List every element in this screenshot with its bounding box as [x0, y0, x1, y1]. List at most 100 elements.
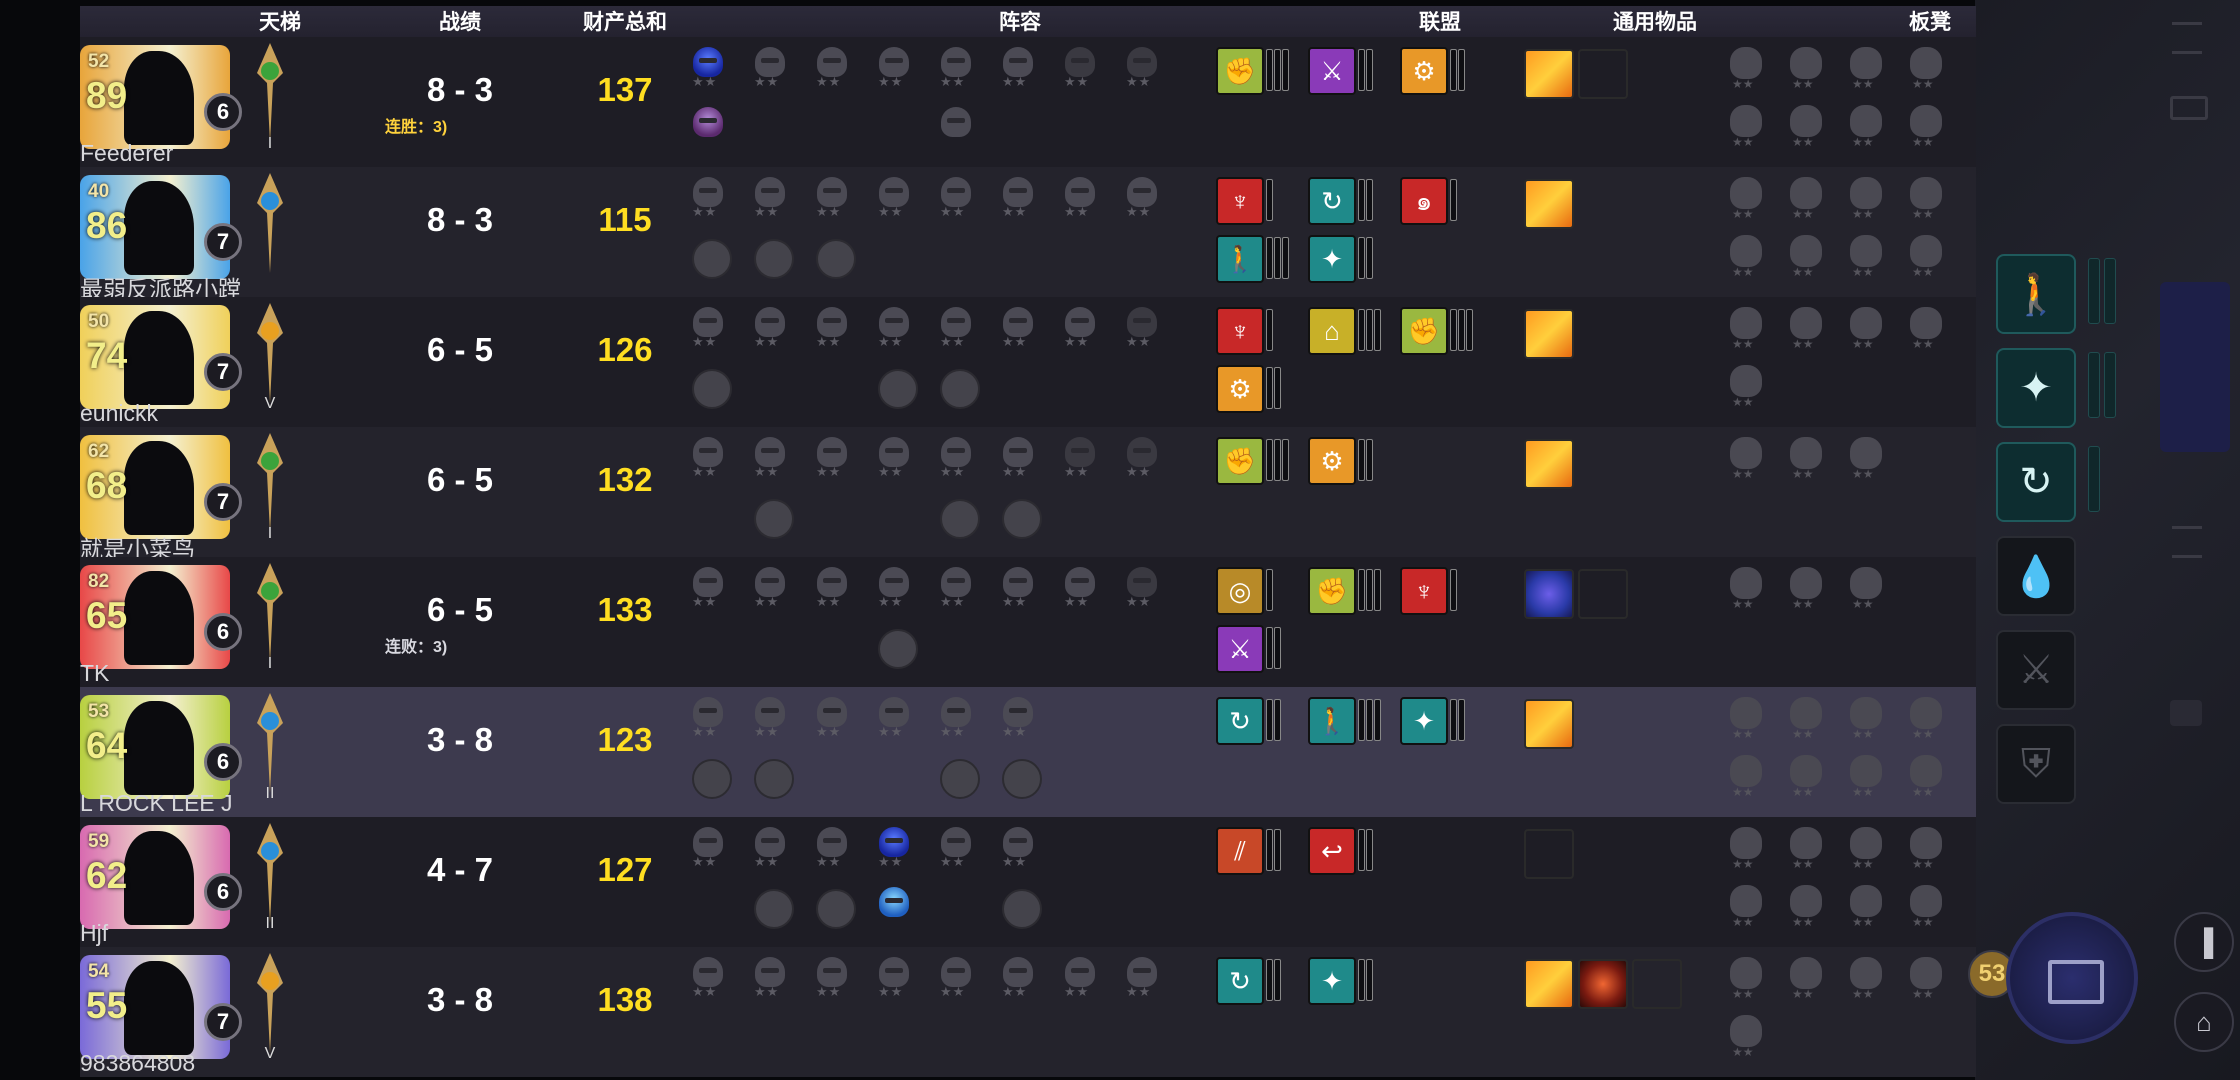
lineup-unit-icon[interactable]: ★★ — [690, 567, 726, 611]
lineup-unit-icon[interactable]: ★★ — [1062, 47, 1098, 91]
bench-unit-icon[interactable]: ★★ — [1846, 235, 1886, 279]
equipped-item-icon[interactable] — [1002, 499, 1042, 539]
lineup-unit-icon[interactable]: ★★ — [1000, 827, 1036, 871]
player-row[interactable]: 59 62 6 Hjf II 4 - 7 127 ★★ ★★ ★★ ★★ ★★ ★★ ⫽ ↩ ★★… — [80, 817, 1976, 947]
lineup-unit-icon[interactable]: ★★ — [876, 957, 912, 1001]
player-avatar[interactable]: 82 65 — [80, 565, 230, 669]
lineup-unit-icon[interactable]: ★★ — [1062, 567, 1098, 611]
equipped-item-icon[interactable] — [692, 239, 732, 279]
lineup-unit-icon[interactable]: ★★ — [814, 697, 850, 741]
equipped-item-icon[interactable] — [940, 499, 980, 539]
lineup-unit-icon[interactable]: ★★ — [1124, 177, 1160, 221]
bench-unit-icon[interactable]: ★★ — [1906, 47, 1946, 91]
bench-unit-icon[interactable]: ★★ — [1726, 827, 1766, 871]
lineup-unit-icon[interactable]: ★★ — [938, 567, 974, 611]
bench-unit-icon[interactable]: ★★ — [1786, 697, 1826, 741]
bench-unit-icon[interactable]: ★★ — [1846, 755, 1886, 799]
lineup-unit-icon[interactable]: ★★ — [814, 827, 850, 871]
bench-unit-icon[interactable]: ★★ — [1906, 827, 1946, 871]
bench-unit-icon[interactable]: ★★ — [1846, 177, 1886, 221]
global-item-icon[interactable] — [1524, 439, 1574, 489]
lineup-unit-icon[interactable]: ★★ — [1000, 567, 1036, 611]
player-row[interactable]: 40 86 7 最弱反派路小蹚 8 - 3 115 ★★ ★★ ★★ ★★ ★★ ★★ ★★ ★… — [80, 167, 1976, 302]
lineup-unit-icon[interactable]: ★★ — [938, 827, 974, 871]
bench-unit-icon[interactable]: ★★ — [1726, 885, 1766, 929]
lineup-unit-icon[interactable]: ★★ — [1062, 307, 1098, 351]
equipped-item-icon[interactable] — [754, 499, 794, 539]
lineup-unit-icon[interactable]: ★★ — [1000, 957, 1036, 1001]
lineup-unit-icon[interactable]: ★★ — [938, 957, 974, 1001]
bench-unit-icon[interactable]: ★★ — [1726, 47, 1766, 91]
player-row[interactable]: 50 74 7 eunickk V 6 - 5 126 ★★ ★★ ★★ ★★ ★★ ★★ ★… — [80, 297, 1976, 427]
global-item-icon[interactable] — [1524, 699, 1574, 749]
global-item-icon[interactable] — [1524, 49, 1574, 99]
lineup-unit-icon[interactable]: ★★ — [1062, 957, 1098, 1001]
bench-unit-icon[interactable]: ★★ — [1846, 567, 1886, 611]
lineup-unit-icon[interactable]: ★★ — [876, 307, 912, 351]
bench-unit-icon[interactable]: ★★ — [1786, 437, 1826, 481]
lineup-unit-icon[interactable]: ★★ — [1124, 567, 1160, 611]
lineup-unit-icon[interactable]: ★★ — [814, 307, 850, 351]
equipped-item-icon[interactable] — [1002, 759, 1042, 799]
bench-unit-icon[interactable]: ★★ — [1846, 697, 1886, 741]
bench-unit-icon[interactable]: ★★ — [1846, 47, 1886, 91]
alliance-filter-cycle-icon[interactable]: ↻ — [1996, 442, 2076, 522]
equipped-item-icon[interactable] — [692, 759, 732, 799]
lineup-unit-icon[interactable]: ★★ — [1124, 47, 1160, 91]
bench-unit-icon[interactable]: ★★ — [1846, 105, 1886, 149]
equipped-item-icon[interactable] — [816, 889, 856, 929]
lineup-unit-icon[interactable]: ★★ — [1000, 437, 1036, 481]
lineup-unit-icon[interactable]: ★★ — [752, 827, 788, 871]
lineup-unit-icon[interactable]: ★★ — [690, 437, 726, 481]
bench-unit-icon[interactable]: ★★ — [1786, 957, 1826, 1001]
global-item-icon[interactable] — [1524, 829, 1574, 879]
equipped-item-icon[interactable] — [878, 369, 918, 409]
lineup-unit-icon[interactable]: ★★ — [876, 827, 912, 871]
lineup-unit-icon[interactable] — [876, 887, 912, 931]
player-avatar[interactable]: 40 86 — [80, 175, 230, 279]
bench-unit-icon[interactable]: ★★ — [1786, 307, 1826, 351]
player-avatar[interactable]: 59 62 — [80, 825, 230, 929]
bench-unit-icon[interactable]: ★★ — [1906, 957, 1946, 1001]
bench-unit-icon[interactable]: ★★ — [1726, 1015, 1766, 1059]
list-icon[interactable] — [2172, 526, 2202, 558]
lineup-unit-icon[interactable]: ★★ — [752, 567, 788, 611]
bench-unit-icon[interactable]: ★★ — [1786, 177, 1826, 221]
alliance-filter-weapon-icon[interactable]: ⚔ — [1996, 630, 2076, 710]
lineup-unit-icon[interactable] — [938, 107, 974, 151]
lineup-unit-icon[interactable]: ★★ — [1062, 177, 1098, 221]
lineup-unit-icon[interactable]: ★★ — [1062, 437, 1098, 481]
lineup-unit-icon[interactable]: ★★ — [690, 307, 726, 351]
player-row[interactable]: 54 55 7 983864808 V 3 - 8 138 ★★ ★★ ★★ ★★ ★★ ★… — [80, 947, 1976, 1077]
lineup-unit-icon[interactable]: ★★ — [1124, 437, 1160, 481]
lineup-unit-icon[interactable]: ★★ — [752, 957, 788, 1001]
equipped-item-icon[interactable] — [754, 239, 794, 279]
lineup-unit-icon[interactable]: ★★ — [690, 177, 726, 221]
lineup-unit-icon[interactable]: ★★ — [1000, 177, 1036, 221]
global-item-icon[interactable] — [1524, 309, 1574, 359]
bench-unit-icon[interactable]: ★★ — [1726, 235, 1766, 279]
lineup-unit-icon[interactable]: ★★ — [1000, 697, 1036, 741]
bench-unit-icon[interactable]: ★★ — [1786, 827, 1826, 871]
bench-unit-icon[interactable]: ★★ — [1726, 177, 1766, 221]
lineup-unit-icon[interactable]: ★★ — [690, 697, 726, 741]
bench-unit-icon[interactable]: ★★ — [1906, 177, 1946, 221]
bench-unit-icon[interactable]: ★★ — [1846, 307, 1886, 351]
lineup-unit-icon[interactable]: ★★ — [1000, 307, 1036, 351]
equipped-item-icon[interactable] — [1002, 889, 1042, 929]
player-row[interactable]: 53 64 6 L ROCK LEE J II 3 - 8 123 ★★ ★★ ★★ ★… — [80, 687, 1976, 817]
lineup-unit-icon[interactable]: ★★ — [1000, 47, 1036, 91]
player-avatar[interactable]: 62 68 — [80, 435, 230, 539]
equipped-item-icon[interactable] — [940, 759, 980, 799]
bench-unit-icon[interactable]: ★★ — [1726, 437, 1766, 481]
bench-unit-icon[interactable]: ★★ — [1906, 235, 1946, 279]
global-item-icon[interactable] — [1524, 959, 1574, 1009]
bench-unit-icon[interactable]: ★★ — [1726, 567, 1766, 611]
lineup-unit-icon[interactable]: ★★ — [876, 437, 912, 481]
global-item-icon[interactable] — [1578, 959, 1628, 1009]
lineup-unit-icon[interactable]: ★★ — [814, 437, 850, 481]
player-avatar[interactable]: 50 74 — [80, 305, 230, 409]
bench-unit-icon[interactable]: ★★ — [1906, 885, 1946, 929]
stats-button[interactable]: ▐ — [2174, 912, 2234, 972]
bench-unit-icon[interactable]: ★★ — [1786, 885, 1826, 929]
